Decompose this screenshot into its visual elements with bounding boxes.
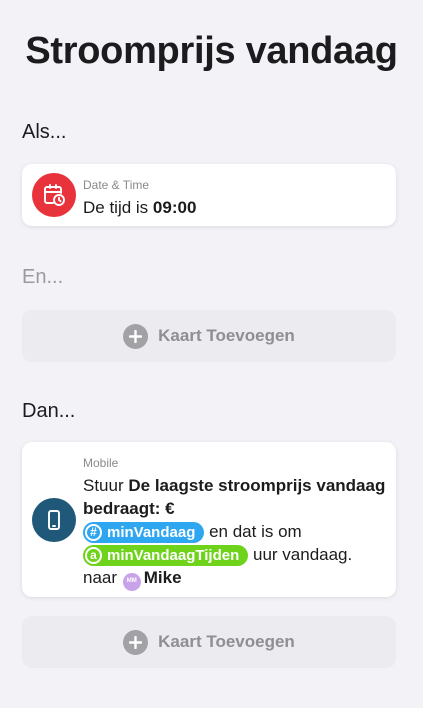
section-heading-and: En... xyxy=(22,266,64,288)
action-message-part3: uur vandaag. xyxy=(248,545,353,564)
then-add-card-button[interactable]: Kaart Toevoegen xyxy=(22,616,396,668)
then-add-card-label: Kaart Toevoegen xyxy=(158,632,295,651)
section-heading-when: Als... xyxy=(22,121,67,143)
variable-tag-min-vandaag-tijden[interactable]: a minVandaagTijden xyxy=(83,544,249,566)
variable-tag-min-vandaag[interactable]: # minVandaag xyxy=(83,521,205,543)
action-card[interactable]: Mobile Stuur De laagste stroomprijs vand… xyxy=(22,442,396,597)
and-add-card-button[interactable]: Kaart Toevoegen xyxy=(22,310,396,362)
recipient-name: Mike xyxy=(143,568,182,587)
action-category: Mobile xyxy=(83,456,119,470)
action-message-part1: De laagste stroomprijs vandaag bedraagt:… xyxy=(83,476,386,518)
variable-tag-label: minVandaag xyxy=(107,523,196,541)
plus-icon xyxy=(123,323,149,349)
text-variable-icon: a xyxy=(85,546,102,564)
action-message-part2: en dat is om xyxy=(204,522,302,541)
plus-icon xyxy=(123,629,149,655)
trigger-category: Date & Time xyxy=(83,178,150,192)
trigger-time: 09:00 xyxy=(152,198,197,217)
trigger-text: De tijd is 09:00 xyxy=(83,196,386,219)
action-to-prefix: naar xyxy=(83,568,122,587)
trigger-text-prefix: De tijd is xyxy=(83,198,153,217)
page-title: Stroomprijs vandaag xyxy=(25,30,398,72)
calendar-clock-icon xyxy=(32,173,76,217)
section-heading-then: Dan... xyxy=(22,400,76,422)
action-send-prefix: Stuur xyxy=(83,476,129,495)
and-add-card-label: Kaart Toevoegen xyxy=(158,326,295,345)
avatar: MM xyxy=(122,572,141,591)
action-text: Stuur De laagste stroomprijs vandaag bed… xyxy=(83,474,386,591)
variable-tag-label: minVandaagTijden xyxy=(107,546,240,564)
trigger-card[interactable]: Date & Time De tijd is 09:00 xyxy=(22,164,396,226)
mobile-phone-icon xyxy=(32,498,76,542)
hash-icon: # xyxy=(85,523,102,541)
